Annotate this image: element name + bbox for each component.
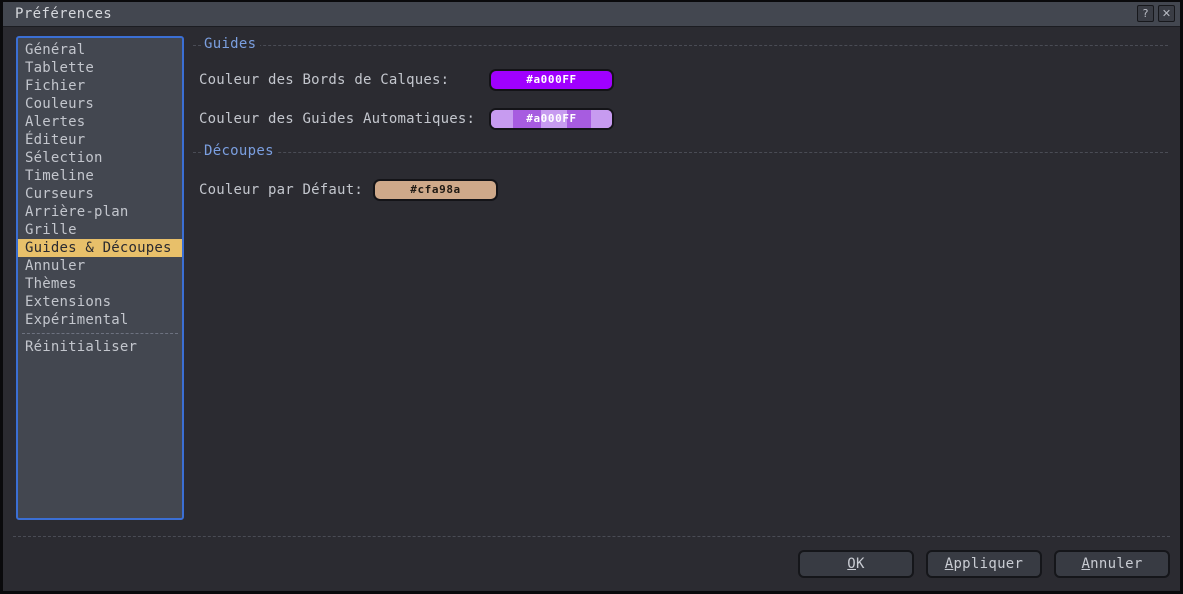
group-rule [193, 152, 1168, 153]
setting-row: Couleur des Bords de Calques: #a000FF [193, 69, 1172, 93]
sidebar-item-10[interactable]: Grille [18, 221, 182, 239]
sidebar-item-3[interactable]: Couleurs [18, 95, 182, 113]
apply-button[interactable]: Appliquer [926, 550, 1042, 578]
sidebar-item-14[interactable]: Extensions [18, 293, 182, 311]
settings-group-0: Guides Couleur des Bords de Calques: #a000… [193, 36, 1172, 130]
sidebar-item-13[interactable]: Thèmes [18, 275, 182, 293]
group-title: Guides [201, 36, 261, 52]
sidebar-item-15[interactable]: Expérimental [18, 311, 182, 329]
sidebar-separator [22, 333, 178, 334]
setting-label: Couleur par Défaut: [199, 182, 363, 198]
setting-label: Couleur des Guides Automatiques: [199, 111, 476, 127]
group-rule [193, 45, 1168, 46]
sidebar-item-5[interactable]: Éditeur [18, 131, 182, 149]
sidebar-item-8[interactable]: Curseurs [18, 185, 182, 203]
color-swatch-button[interactable]: #a000FF [489, 108, 614, 130]
sidebar-item-6[interactable]: Sélection [18, 149, 182, 167]
button-mnemonic: O [847, 556, 856, 572]
settings-group-1: Découpes Couleur par Défaut: #cfa98a [193, 143, 1172, 201]
preferences-category-list[interactable]: Général Tablette Fichier Couleurs Alertes Édi… [16, 36, 184, 520]
color-swatch-button[interactable]: #a000FF [489, 69, 614, 91]
swatch-hex-value: #a000FF [526, 73, 577, 86]
button-label-rest: ppliquer [953, 556, 1024, 572]
color-swatch-button[interactable]: #cfa98a [373, 179, 498, 201]
setting-row: Couleur par Défaut: #cfa98a [193, 179, 1172, 203]
button-mnemonic: A [944, 556, 954, 572]
title-bar: Préférences ? ✕ [3, 2, 1180, 27]
sidebar-item-12[interactable]: Annuler [18, 257, 182, 275]
footer-separator [13, 536, 1170, 537]
cancel-button[interactable]: Annuler [1054, 550, 1170, 578]
ok-button[interactable]: OK [798, 550, 914, 578]
preferences-content-panel: Guides Couleur des Bords de Calques: #a000… [193, 32, 1172, 522]
help-icon[interactable]: ? [1137, 5, 1154, 22]
swatch-hex-value: #a000FF [526, 112, 577, 125]
window-title: Préférences [15, 6, 113, 22]
setting-row: Couleur des Guides Automatiques: #a000FF [193, 108, 1172, 132]
button-label-rest: K [856, 556, 865, 572]
sidebar-item-7[interactable]: Timeline [18, 167, 182, 185]
button-label-rest: nnuler [1090, 556, 1143, 572]
sidebar-item-1[interactable]: Tablette [18, 59, 182, 77]
sidebar-item-2[interactable]: Fichier [18, 77, 182, 95]
preferences-dialog: Préférences ? ✕ Général Tablette Fichier Co… [0, 0, 1183, 594]
dialog-button-bar: O K Appliquer Annuler [798, 550, 1170, 578]
close-icon[interactable]: ✕ [1158, 5, 1175, 22]
sidebar-item-11[interactable]: Guides & Découpes [18, 239, 182, 257]
group-header: Découpes [193, 143, 1172, 161]
group-header: Guides [193, 36, 1172, 54]
sidebar-item-4[interactable]: Alertes [18, 113, 182, 131]
group-title: Découpes [201, 143, 278, 159]
setting-label: Couleur des Bords de Calques: [199, 72, 450, 88]
button-mnemonic: A [1081, 556, 1091, 572]
sidebar-item-reset[interactable]: Réinitialiser [18, 338, 182, 356]
sidebar-item-0[interactable]: Général [18, 41, 182, 59]
swatch-hex-value: #cfa98a [410, 183, 461, 196]
sidebar-item-9[interactable]: Arrière-plan [18, 203, 182, 221]
